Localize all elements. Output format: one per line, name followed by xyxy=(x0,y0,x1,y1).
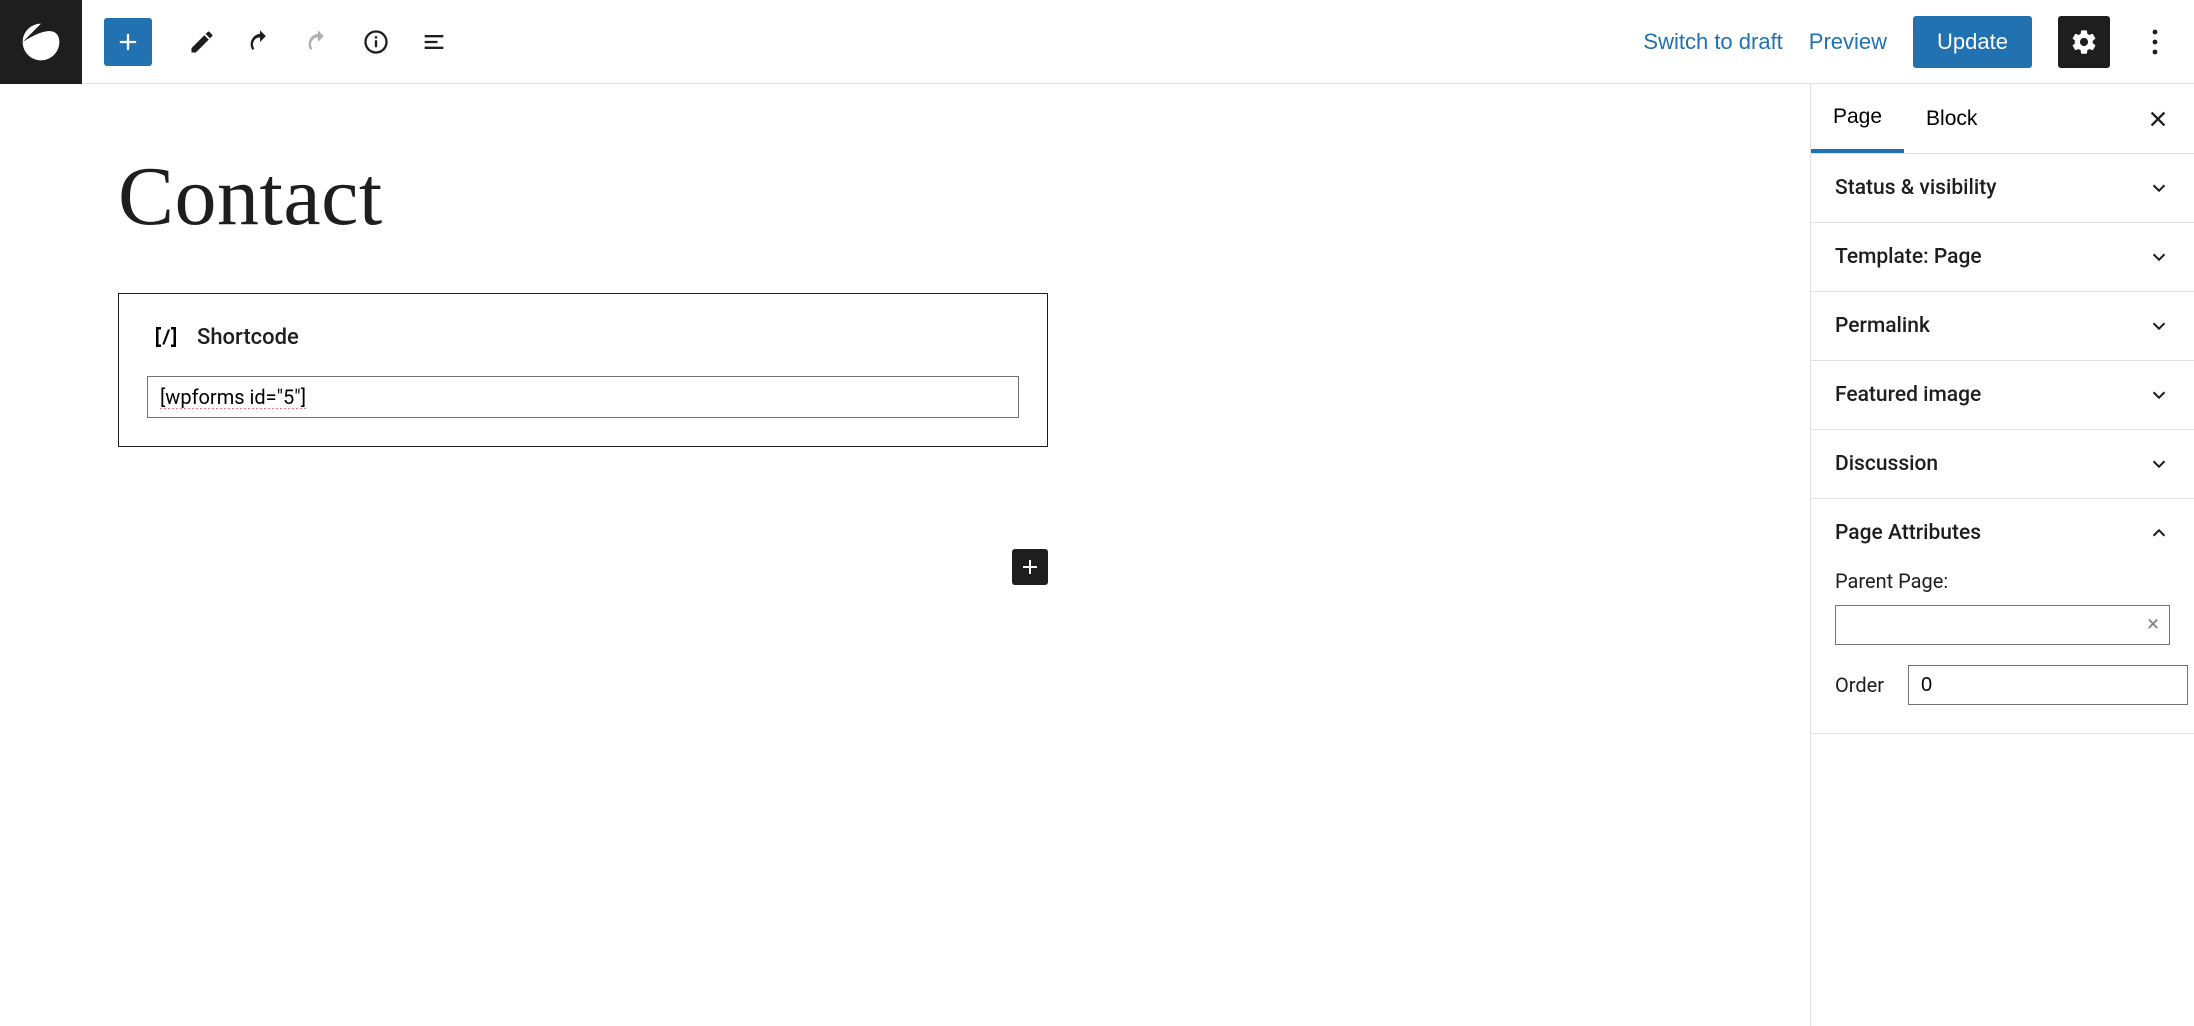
panel-discussion: Discussion xyxy=(1811,430,2194,499)
editor-canvas[interactable]: Contact Shortcode xyxy=(0,84,1810,1026)
plus-icon xyxy=(1018,555,1042,579)
shortcode-block[interactable]: Shortcode xyxy=(118,293,1048,447)
clear-icon[interactable]: × xyxy=(2147,614,2159,636)
panel-title: Page Attributes xyxy=(1835,521,1981,545)
document-outline-button[interactable] xyxy=(410,18,458,66)
switch-to-draft-button[interactable]: Switch to draft xyxy=(1643,29,1782,55)
parent-page-label: Parent Page: xyxy=(1835,569,2170,593)
panel-status-visibility: Status & visibility xyxy=(1811,154,2194,223)
page-attributes-body: Parent Page: × Order xyxy=(1811,567,2194,733)
add-block-button[interactable] xyxy=(104,18,152,66)
update-button[interactable]: Update xyxy=(1913,16,2032,68)
top-toolbar: Switch to draft Preview Update xyxy=(0,0,2194,84)
settings-sidebar: Page Block Status & visibility Template:… xyxy=(1810,84,2194,1026)
panel-title: Featured image xyxy=(1835,383,1981,407)
wordpress-icon xyxy=(19,20,63,64)
panel-title: Discussion xyxy=(1835,452,1938,476)
chevron-down-icon xyxy=(2148,453,2170,475)
chevron-down-icon xyxy=(2148,177,2170,199)
chevron-down-icon xyxy=(2148,315,2170,337)
info-icon xyxy=(362,28,390,56)
tab-page[interactable]: Page xyxy=(1811,84,1904,153)
preview-button[interactable]: Preview xyxy=(1809,29,1887,55)
panel-featured-image: Featured image xyxy=(1811,361,2194,430)
panel-title: Permalink xyxy=(1835,314,1930,338)
tab-block[interactable]: Block xyxy=(1904,84,1999,153)
list-outline-icon xyxy=(420,28,448,56)
add-block-inline-button[interactable] xyxy=(1012,549,1048,585)
panel-page-attributes: Page Attributes Parent Page: × Order xyxy=(1811,499,2194,734)
redo-button[interactable] xyxy=(294,18,342,66)
close-sidebar-button[interactable] xyxy=(2134,95,2182,143)
shortcode-block-header: Shortcode xyxy=(147,322,1019,352)
panel-title: Status & visibility xyxy=(1835,176,1996,200)
order-label: Order xyxy=(1835,673,1884,697)
toolbar-right-group: Switch to draft Preview Update xyxy=(1643,16,2194,68)
undo-button[interactable] xyxy=(236,18,284,66)
chevron-down-icon xyxy=(2148,246,2170,268)
document-info-button[interactable] xyxy=(352,18,400,66)
close-icon xyxy=(2147,108,2169,130)
panel-template: Template: Page xyxy=(1811,223,2194,292)
toolbar-left-group xyxy=(104,18,458,66)
shortcode-label: Shortcode xyxy=(197,325,299,350)
settings-button[interactable] xyxy=(2058,16,2110,68)
page-title[interactable]: Contact xyxy=(118,148,1720,245)
chevron-down-icon xyxy=(2148,384,2170,406)
shortcode-icon xyxy=(151,322,181,352)
panel-title: Template: Page xyxy=(1835,245,1982,269)
redo-icon xyxy=(304,28,332,56)
plus-icon xyxy=(114,28,142,56)
more-options-button[interactable] xyxy=(2136,16,2174,68)
tools-edit-button[interactable] xyxy=(178,18,226,66)
panel-permalink: Permalink xyxy=(1811,292,2194,361)
pencil-icon xyxy=(188,28,216,56)
parent-page-combobox[interactable]: × xyxy=(1835,605,2170,645)
sidebar-tabs: Page Block xyxy=(1811,84,2194,154)
wordpress-logo[interactable] xyxy=(0,0,82,84)
shortcode-input[interactable] xyxy=(147,376,1019,418)
gear-icon xyxy=(2070,28,2098,56)
chevron-up-icon xyxy=(2148,522,2170,544)
more-vertical-icon xyxy=(2152,28,2158,56)
order-input[interactable] xyxy=(1908,665,2188,705)
